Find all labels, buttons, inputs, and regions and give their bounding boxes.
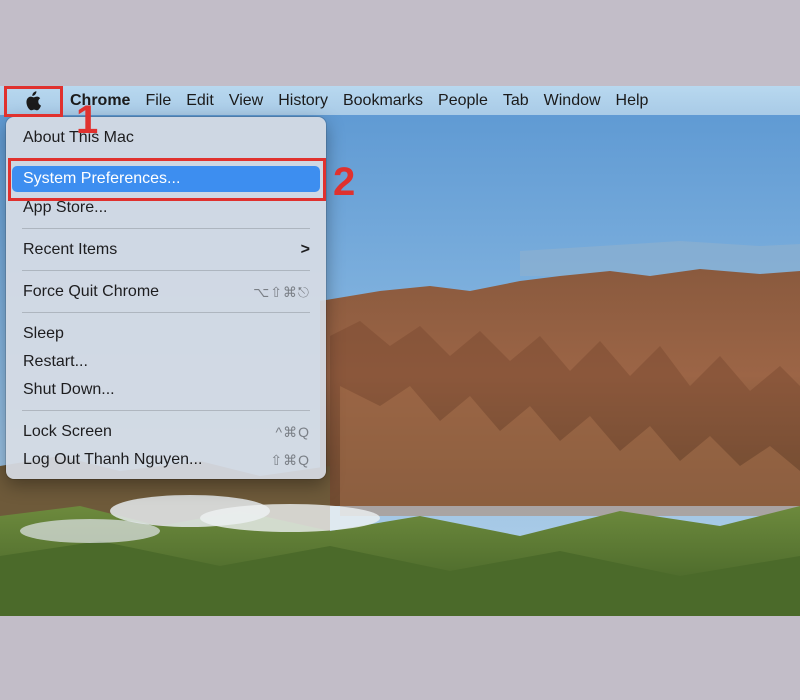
menubar-item-edit[interactable]: Edit [186, 92, 229, 110]
menubar-item-tab[interactable]: Tab [503, 92, 544, 110]
annotation-box-step-2 [8, 158, 326, 201]
menu-bar: Chrome File Edit View History Bookmarks … [0, 86, 800, 115]
menu-item-label: Restart... [23, 353, 88, 370]
menu-item-force-quit[interactable]: Force Quit Chrome ⌥⇧⌘⎋ [12, 279, 320, 305]
menubar-item-people[interactable]: People [438, 92, 503, 110]
menu-item-sleep[interactable]: Sleep [12, 321, 320, 347]
menubar-item-view[interactable]: View [229, 92, 278, 110]
menu-separator [22, 312, 310, 313]
menu-item-label: Log Out Thanh Nguyen... [23, 451, 203, 468]
annotation-number-2: 2 [333, 160, 356, 204]
menu-item-log-out[interactable]: Log Out Thanh Nguyen... ⇧⌘Q [12, 447, 320, 473]
menu-separator [22, 228, 310, 229]
annotation-number-1: 1 [76, 98, 99, 142]
menu-item-label: App Store... [23, 199, 108, 216]
menu-item-label: Sleep [23, 325, 64, 342]
menu-item-label: Recent Items [23, 241, 118, 258]
menubar-item-file[interactable]: File [145, 92, 186, 110]
menu-item-lock-screen[interactable]: Lock Screen ^⌘Q [12, 419, 320, 445]
menu-separator [22, 410, 310, 411]
keyboard-shortcut: ⌥⇧⌘⎋ [253, 283, 310, 300]
menu-item-label: Shut Down... [23, 381, 115, 398]
desktop-screen: Chrome File Edit View History Bookmarks … [0, 86, 800, 616]
menu-item-label: About This Mac [23, 129, 134, 146]
menu-item-label: Force Quit Chrome [23, 283, 160, 300]
menubar-item-bookmarks[interactable]: Bookmarks [343, 92, 438, 110]
menubar-item-window[interactable]: Window [544, 92, 616, 110]
keyboard-shortcut: ⇧⌘Q [270, 451, 310, 468]
menu-item-shut-down[interactable]: Shut Down... [12, 377, 320, 403]
menu-item-about-this-mac[interactable]: About This Mac [12, 125, 320, 151]
menu-item-restart[interactable]: Restart... [12, 349, 320, 375]
menu-separator [22, 270, 310, 271]
menu-item-recent-items[interactable]: Recent Items > [12, 237, 320, 263]
menubar-item-help[interactable]: Help [616, 92, 664, 110]
keyboard-shortcut: ^⌘Q [275, 423, 310, 440]
menubar-item-history[interactable]: History [278, 92, 343, 110]
menu-item-label: Lock Screen [23, 423, 112, 440]
annotation-box-step-1 [4, 86, 63, 117]
chevron-right-icon: > [300, 241, 310, 258]
